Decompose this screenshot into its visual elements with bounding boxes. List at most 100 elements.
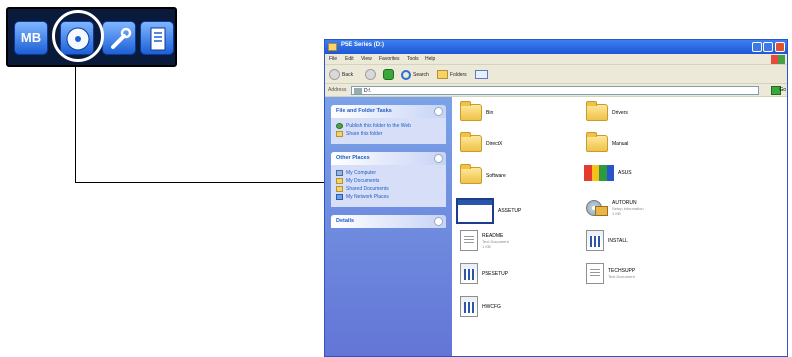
search-button[interactable]: Search: [401, 68, 429, 81]
menu-bar: File Edit View Favorites Tools Help: [325, 54, 787, 65]
file-item[interactable]: ASSETUP: [456, 198, 521, 224]
utilities-tile[interactable]: [102, 21, 136, 55]
address-label: Address: [328, 87, 347, 93]
place-my-computer[interactable]: My Computer: [336, 170, 441, 176]
window-title: P5E Series (D:): [341, 42, 385, 48]
windows-logo-icon: [771, 55, 785, 64]
title-bar[interactable]: P5E Series (D:): [325, 40, 787, 54]
other-places-title: Other Places: [336, 155, 370, 161]
details-header[interactable]: Details: [331, 215, 446, 228]
menu-file[interactable]: File: [329, 56, 337, 62]
folder-icon: [586, 101, 608, 121]
menu-view[interactable]: View: [361, 56, 372, 62]
back-arrow-icon: [329, 69, 340, 80]
place-label: My Network Places: [346, 194, 389, 200]
expand-chevron-icon[interactable]: [434, 217, 443, 226]
place-label: My Computer: [346, 170, 377, 176]
details-panel: Details: [331, 215, 446, 228]
task-share-folder[interactable]: Share this folder: [336, 131, 441, 137]
menu-edit[interactable]: Edit: [345, 56, 354, 62]
folder-item[interactable]: DirectX: [460, 132, 502, 152]
close-button[interactable]: [775, 42, 785, 52]
documents-folder-icon: [336, 178, 343, 184]
mb-tile[interactable]: MB: [14, 21, 48, 55]
window-body: File and Folder Tasks Publish this folde…: [325, 97, 787, 356]
folders-button[interactable]: Folders: [437, 68, 467, 81]
network-icon: [336, 194, 343, 200]
forward-arrow-icon: [365, 69, 376, 80]
shared-folder-icon: [336, 186, 343, 192]
document-icon: [150, 27, 166, 51]
file-name: Manual: [612, 140, 629, 147]
file-item[interactable]: ASUS: [584, 165, 632, 181]
cd-drive-icon: [354, 88, 362, 94]
file-folder-tasks-panel: File and Folder Tasks Publish this folde…: [331, 105, 446, 144]
up-button[interactable]: [383, 68, 394, 81]
other-places-panel: Other Places My Computer My Documents Sh…: [331, 152, 446, 207]
mb-tile-label: MB: [20, 30, 42, 45]
menu-tools[interactable]: Tools: [407, 56, 419, 62]
task-publish-folder[interactable]: Publish this folder to the Web: [336, 123, 441, 129]
back-button[interactable]: Back: [329, 68, 353, 81]
folder-icon: [460, 164, 482, 184]
other-places-header[interactable]: Other Places: [331, 152, 446, 165]
maximize-button[interactable]: [763, 42, 773, 52]
views-icon: [475, 70, 488, 79]
address-field[interactable]: D:\: [351, 86, 759, 95]
file-item[interactable]: TECHSUPP Text Document: [586, 263, 635, 284]
folder-icon: [586, 132, 608, 152]
place-label: My Documents: [346, 178, 380, 184]
folders-label: Folders: [450, 71, 467, 78]
file-item[interactable]: INSTALL: [586, 230, 628, 251]
file-name: Bin: [486, 109, 494, 116]
task-label: Publish this folder to the Web: [346, 123, 411, 129]
place-shared-documents[interactable]: Shared Documents: [336, 186, 441, 192]
highlight-ring: [52, 10, 104, 62]
collapse-chevron-icon[interactable]: [434, 154, 443, 163]
folder-item[interactable]: Drivers: [586, 101, 628, 121]
menu-help[interactable]: Help: [425, 56, 435, 62]
executable-icon: [586, 230, 604, 251]
file-name: Drivers: [612, 109, 628, 116]
setup-info-icon: [586, 198, 608, 218]
window-icon: [328, 43, 337, 51]
callout-line-horizontal: [75, 182, 325, 183]
file-item[interactable]: AUTORUN Setup Information 1 KB: [586, 198, 644, 218]
task-pane: File and Folder Tasks Publish this folde…: [325, 97, 452, 356]
manual-tile[interactable]: [140, 21, 174, 55]
text-document-icon: [586, 263, 604, 284]
file-type: Text Document: [608, 274, 635, 279]
share-folder-icon: [336, 131, 343, 137]
file-name: HWCFG: [482, 303, 501, 310]
place-network-places[interactable]: My Network Places: [336, 194, 441, 200]
callout-line-vertical: [75, 67, 76, 182]
collapse-chevron-icon[interactable]: [434, 107, 443, 116]
file-name: P5ESETUP: [482, 270, 509, 277]
wrench-icon: [111, 27, 132, 49]
minimize-button[interactable]: [752, 42, 762, 52]
launcher-toolbar: MB: [6, 7, 177, 67]
explorer-window: P5E Series (D:) File Edit View Favorites…: [324, 39, 788, 357]
address-value: D:\: [364, 88, 371, 94]
folder-item[interactable]: Bin: [460, 101, 494, 121]
file-name: ASSETUP: [498, 208, 522, 214]
details-title: Details: [336, 218, 355, 224]
go-label[interactable]: Go: [779, 87, 786, 93]
search-label: Search: [413, 71, 429, 78]
task-label: Share this folder: [346, 131, 383, 137]
file-size: 1 KB: [612, 211, 621, 216]
menu-favorites[interactable]: Favorites: [379, 56, 400, 62]
up-folder-icon: [383, 69, 394, 80]
place-my-documents[interactable]: My Documents: [336, 178, 441, 184]
folder-item[interactable]: Software: [460, 164, 506, 184]
file-item[interactable]: HWCFG: [460, 296, 501, 317]
forward-button[interactable]: [365, 68, 376, 81]
folder-item[interactable]: Manual: [586, 132, 629, 152]
file-item[interactable]: README Text Document 1 KB: [460, 230, 509, 251]
file-item[interactable]: P5ESETUP: [460, 263, 508, 284]
computer-icon: [336, 170, 343, 176]
back-label: Back: [342, 71, 354, 78]
file-type: Text Document: [482, 238, 509, 244]
file-folder-tasks-header[interactable]: File and Folder Tasks: [331, 105, 446, 118]
views-button[interactable]: [475, 68, 488, 81]
